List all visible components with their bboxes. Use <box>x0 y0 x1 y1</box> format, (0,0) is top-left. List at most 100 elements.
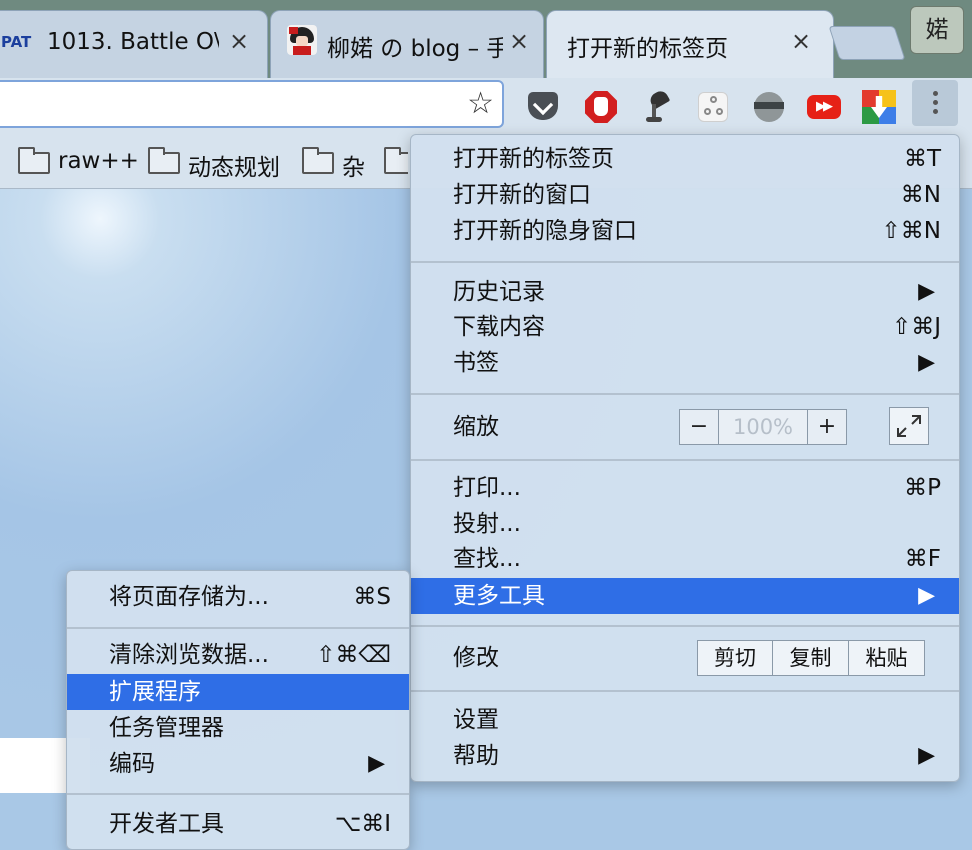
menu-item-label: 投射... <box>453 511 521 537</box>
sitemap-extension-icon[interactable] <box>696 90 730 124</box>
menu-item-new-tab[interactable]: 打开新的标签页 ⌘T <box>411 141 959 177</box>
folder-icon <box>302 147 334 174</box>
menu-separator <box>411 625 959 627</box>
menu-item-label: 开发者工具 <box>109 811 224 837</box>
menu-item-label: 修改 <box>453 645 499 671</box>
pocket-extension-icon[interactable] <box>526 90 560 124</box>
tab-title: 柳婼 の blog – 手 <box>327 36 503 62</box>
menu-item-label: 任务管理器 <box>109 715 224 741</box>
menu-item-label: 扩展程序 <box>109 679 201 705</box>
paste-button[interactable]: 粘贴 <box>849 640 925 676</box>
ninja-extension-icon[interactable] <box>752 90 786 124</box>
menu-item-shortcut: ⌘F <box>904 546 941 572</box>
submenu-arrow-icon: ▶ <box>918 350 935 375</box>
submenu-arrow-icon: ▶ <box>918 583 935 608</box>
menu-item-task-manager[interactable]: 任务管理器 <box>67 710 409 746</box>
submenu-arrow-icon: ▶ <box>918 279 935 304</box>
menu-item-label: 编码 <box>109 751 155 777</box>
lamp-extension-icon[interactable] <box>640 88 674 124</box>
zoom-in-button[interactable]: + <box>807 409 847 445</box>
youtube-extension-icon[interactable]: ▶▶ <box>806 90 841 124</box>
menu-separator <box>67 793 409 795</box>
submenu-arrow-icon: ▶ <box>368 751 385 776</box>
menu-separator <box>411 261 959 263</box>
menu-item-print[interactable]: 打印... ⌘P <box>411 470 959 506</box>
copy-button[interactable]: 复制 <box>773 640 849 676</box>
adblock-extension-icon[interactable] <box>584 90 618 124</box>
menu-item-label: 帮助 <box>453 743 499 769</box>
submenu-arrow-icon: ▶ <box>918 743 935 768</box>
menu-item-encoding[interactable]: 编码 ▶ <box>67 746 409 782</box>
menu-item-label: 清除浏览数据... <box>109 642 269 668</box>
menu-item-bookmarks[interactable]: 书签 ▶ <box>411 345 959 381</box>
tab-pat[interactable]: PAT 1013. Battle O\ × <box>0 10 268 78</box>
menu-separator <box>411 690 959 692</box>
edit-controls: 剪切 复制 粘贴 <box>697 640 925 676</box>
menu-item-shortcut: ⇧⌘N <box>881 218 941 244</box>
menu-item-save-page[interactable]: 将页面存储为... ⌘S <box>67 579 409 615</box>
zoom-control: − 100% + <box>679 409 847 445</box>
new-tab-button[interactable] <box>828 26 906 60</box>
menu-item-label: 历史记录 <box>453 279 545 305</box>
menu-item-new-incognito[interactable]: 打开新的隐身窗口 ⇧⌘N <box>411 213 959 249</box>
menu-item-shortcut: ⌘S <box>353 584 391 610</box>
bookmark-label: raw++ <box>58 148 139 174</box>
tab-blog[interactable]: 柳婼 の blog – 手 × <box>270 10 544 78</box>
menu-item-shortcut: ⌘P <box>904 475 941 501</box>
tab-new-tab[interactable]: 打开新的标签页 × <box>546 10 834 78</box>
bookmark-folder-dp[interactable]: 动态规划 <box>148 146 290 181</box>
menu-item-new-window[interactable]: 打开新的窗口 ⌘N <box>411 177 959 213</box>
menu-item-downloads[interactable]: 下载内容 ⇧⌘J <box>411 309 959 345</box>
menu-item-find[interactable]: 查找... ⌘F <box>411 541 959 577</box>
cut-button[interactable]: 剪切 <box>697 640 773 676</box>
menu-item-settings[interactable]: 设置 <box>411 702 959 738</box>
menu-item-shortcut: ⇧⌘⌫ <box>316 642 391 668</box>
menu-item-label: 缩放 <box>453 414 499 440</box>
zoom-level: 100% <box>719 409 807 445</box>
menu-separator <box>411 393 959 395</box>
zoom-out-button[interactable]: − <box>679 409 719 445</box>
tab-close-icon[interactable]: × <box>509 29 529 53</box>
menu-item-shortcut: ⌘N <box>900 182 941 208</box>
bookmark-folder-partial[interactable] <box>384 146 408 180</box>
address-bar[interactable]: ☆ <box>0 80 504 128</box>
menu-separator <box>67 627 409 629</box>
folder-icon <box>18 147 50 174</box>
menu-item-label: 查找... <box>453 546 521 572</box>
menu-item-label: 将页面存储为... <box>109 584 269 610</box>
menu-separator <box>411 459 959 461</box>
bookmark-label: 动态规划 <box>188 155 280 181</box>
toolbar: ☆ ▶▶ <box>0 78 972 138</box>
folder-icon <box>148 147 180 174</box>
profile-button[interactable]: 婼 <box>910 6 964 54</box>
tab-close-icon[interactable]: × <box>791 29 811 53</box>
folder-icon <box>384 147 408 174</box>
bookmark-folder-misc[interactable]: 杂 <box>302 146 372 181</box>
menu-item-cast[interactable]: 投射... <box>411 506 959 542</box>
menu-item-clear-data[interactable]: 清除浏览数据... ⇧⌘⌫ <box>67 637 409 673</box>
more-tools-submenu: 将页面存储为... ⌘S 清除浏览数据... ⇧⌘⌫ 扩展程序 任务管理器 编码… <box>66 570 410 850</box>
menu-item-label: 书签 <box>453 350 499 376</box>
menu-item-more-tools[interactable]: 更多工具 ▶ <box>411 578 959 614</box>
menu-item-label: 下载内容 <box>453 314 545 340</box>
menu-item-shortcut: ⇧⌘J <box>891 314 941 340</box>
menu-item-label: 打印... <box>453 475 521 501</box>
tab-close-icon[interactable]: × <box>229 29 249 53</box>
chrome-menu-button[interactable] <box>912 80 958 126</box>
menu-item-label: 打开新的窗口 <box>453 182 591 208</box>
menu-item-help[interactable]: 帮助 ▶ <box>411 738 959 774</box>
bookmark-star-icon[interactable]: ☆ <box>467 88 494 120</box>
menu-item-label: 更多工具 <box>453 583 545 609</box>
menu-item-shortcut: ⌘T <box>903 146 941 172</box>
bookmark-folder-raw[interactable]: raw++ <box>18 146 139 180</box>
download-extension-icon[interactable] <box>862 90 896 124</box>
pat-favicon-icon: PAT <box>1 33 32 51</box>
menu-item-extensions[interactable]: 扩展程序 <box>67 674 409 710</box>
menu-item-history[interactable]: 历史记录 ▶ <box>411 274 959 310</box>
menu-item-dev-tools[interactable]: 开发者工具 ⌥⌘I <box>67 806 409 842</box>
menu-item-label: 设置 <box>453 707 499 733</box>
fullscreen-button[interactable] <box>889 407 929 445</box>
tab-strip: PAT 1013. Battle O\ × 柳婼 の blog – 手 × 打开… <box>0 0 972 78</box>
menu-item-label: 打开新的隐身窗口 <box>453 218 637 244</box>
tab-title: 1013. Battle O\ <box>47 29 219 55</box>
